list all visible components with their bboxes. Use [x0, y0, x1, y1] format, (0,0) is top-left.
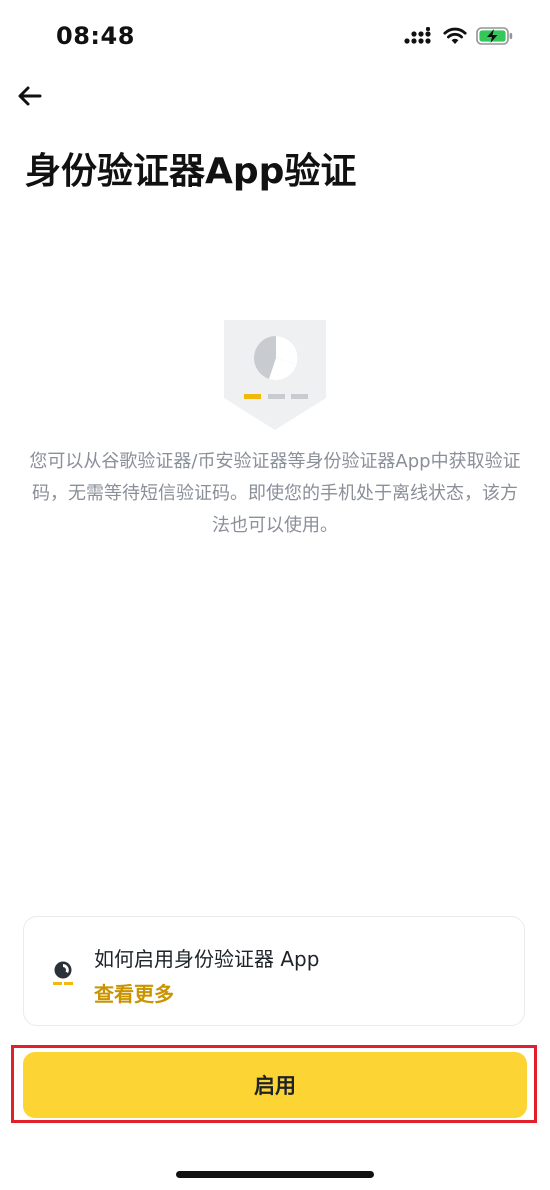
- status-time: 08:48: [56, 22, 135, 50]
- authenticator-guide-icon: [51, 959, 77, 989]
- status-bar: 08:48: [0, 0, 550, 70]
- back-button[interactable]: [14, 82, 46, 114]
- enable-button[interactable]: 启用: [23, 1052, 527, 1118]
- home-indicator[interactable]: [176, 1171, 374, 1178]
- wifi-icon: [443, 27, 467, 49]
- description-text: 您可以从谷歌验证器/币安验证器等身份验证器App中获取验证码，无需等待短信验证码…: [29, 451, 521, 536]
- authenticator-shield-illustration: [224, 320, 326, 430]
- arrow-left-icon: [17, 85, 43, 111]
- cellular-signal-icon: [404, 27, 434, 49]
- status-icons: [404, 26, 514, 50]
- help-card-title: 如何启用身份验证器 App: [94, 947, 320, 971]
- battery-charging-icon: [476, 26, 514, 50]
- help-card[interactable]: 如何启用身份验证器 App 查看更多: [23, 916, 525, 1026]
- page-title: 身份验证器App验证: [25, 151, 357, 192]
- view-more-link[interactable]: 查看更多: [94, 978, 174, 1007]
